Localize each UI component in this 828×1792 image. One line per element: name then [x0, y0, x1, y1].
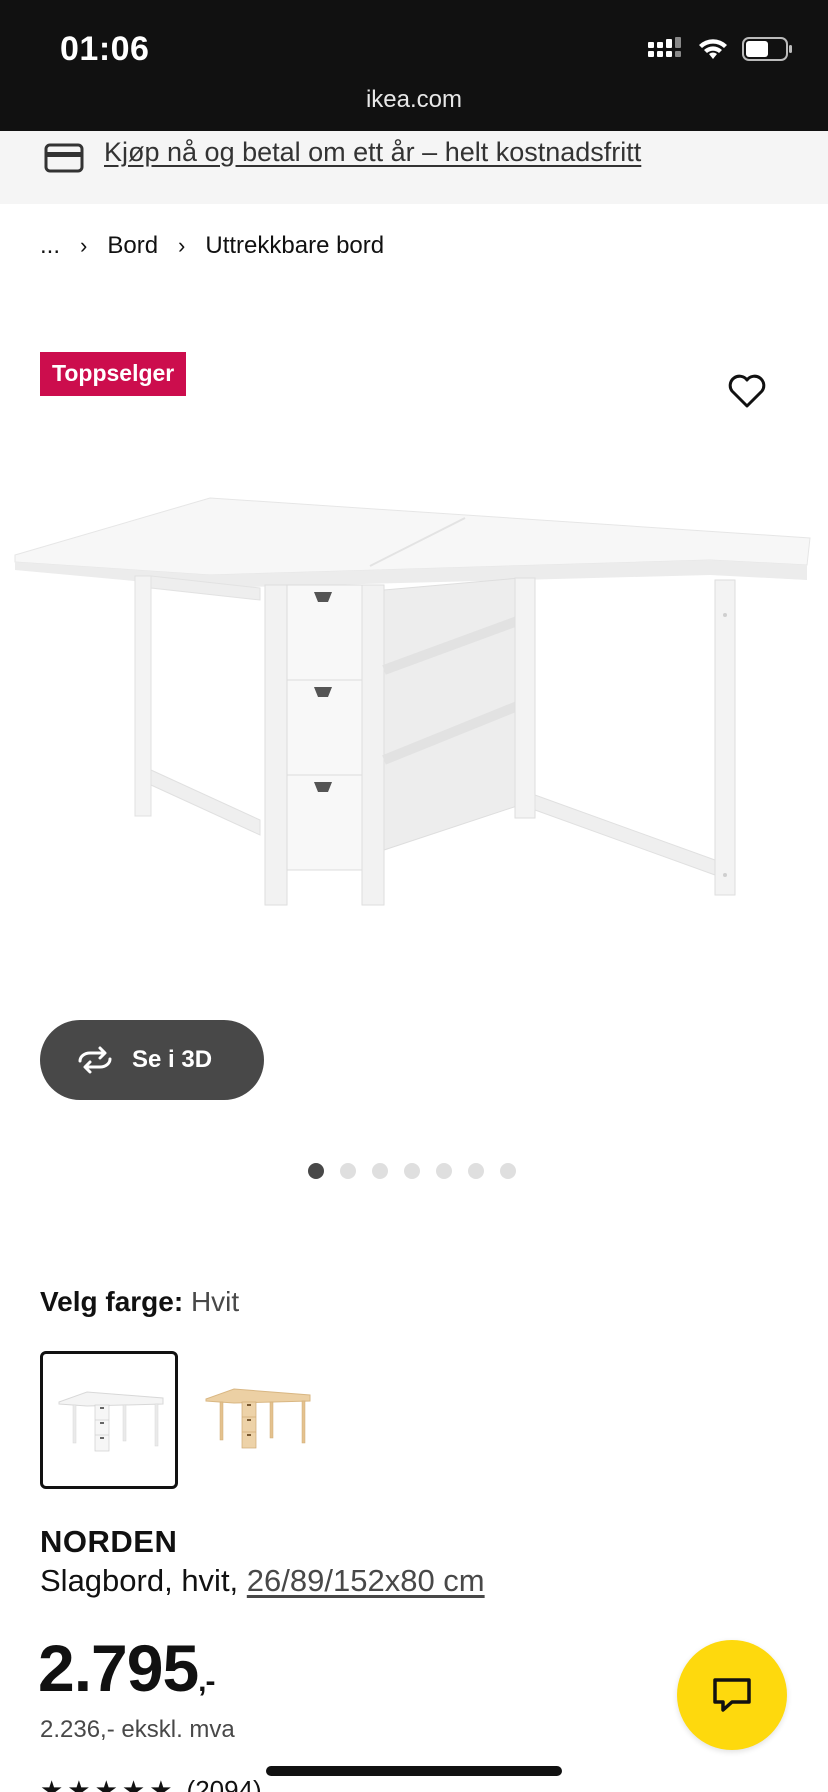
- status-icons: [648, 36, 794, 62]
- product-description: Slagbord, hvit, 26/89/152x80 cm: [40, 1563, 485, 1599]
- heart-icon[interactable]: [726, 370, 768, 412]
- carousel-indicator: [308, 1163, 516, 1179]
- chevron-right-icon: ›: [178, 233, 186, 258]
- signal-icon: [648, 37, 681, 57]
- view-3d-button[interactable]: Se i 3D: [40, 1020, 264, 1100]
- status-time: 01:06: [60, 30, 150, 68]
- color-swatch-birch[interactable]: [190, 1351, 328, 1489]
- breadcrumb-item-bord[interactable]: Bord: [107, 232, 158, 260]
- color-swatch-white[interactable]: [40, 1351, 178, 1489]
- topseller-badge: Toppselger: [40, 352, 187, 396]
- breadcrumb-item-uttrekkbare-bord[interactable]: Uttrekkbare bord: [205, 232, 384, 260]
- white-table-thumbnail: [58, 1391, 164, 1452]
- color-select-value: Hvit: [190, 1286, 240, 1317]
- product-price: 2.795,-: [38, 1630, 216, 1706]
- color-select-label: Velg farge: Hvit: [40, 1286, 239, 1318]
- carousel-dot[interactable]: [404, 1163, 420, 1179]
- price-value: 2.795: [38, 1631, 199, 1705]
- breadcrumb: ... › Bord › Uttrekkbare bord: [40, 232, 384, 260]
- product-image[interactable]: [10, 480, 818, 960]
- promo-banner[interactable]: Kjøp nå og betal om ett år – helt kostna…: [0, 131, 828, 204]
- carousel-dot[interactable]: [372, 1163, 388, 1179]
- rotate-3d-icon: [78, 1046, 112, 1074]
- promo-link[interactable]: Kjøp nå og betal om ett år – helt kostna…: [104, 137, 641, 168]
- address-bar-url[interactable]: ikea.com: [0, 86, 828, 114]
- home-indicator[interactable]: [266, 1766, 562, 1776]
- status-bar: 01:06 ikea.com: [0, 0, 828, 131]
- carousel-dot[interactable]: [468, 1163, 484, 1179]
- breadcrumb-item-more[interactable]: ...: [40, 232, 60, 260]
- birch-table-thumbnail: [205, 1388, 311, 1449]
- chat-icon: [713, 1678, 751, 1712]
- product-dimensions-link[interactable]: 26/89/152x80 cm: [247, 1563, 485, 1598]
- product-name: NORDEN: [40, 1524, 178, 1559]
- color-select-key: Velg farge:: [40, 1286, 184, 1317]
- carousel-dot[interactable]: [308, 1163, 324, 1179]
- product-rating[interactable]: ★★★★★ (2094): [40, 1775, 262, 1792]
- battery-icon: [742, 37, 792, 61]
- wifi-icon: [699, 39, 727, 59]
- price-ex-vat: 2.236,- ekskl. mva: [40, 1716, 235, 1743]
- review-count: (2094): [186, 1775, 262, 1792]
- carousel-dot[interactable]: [340, 1163, 356, 1179]
- rating-stars: ★★★★★: [40, 1775, 177, 1792]
- product-type: Slagbord, hvit,: [40, 1563, 239, 1598]
- chat-button[interactable]: [677, 1640, 787, 1750]
- view-3d-label: Se i 3D: [132, 1046, 213, 1073]
- credit-card-icon: [44, 143, 84, 173]
- price-suffix: ,-: [198, 1665, 215, 1698]
- carousel-dot[interactable]: [436, 1163, 452, 1179]
- carousel-dot[interactable]: [500, 1163, 516, 1179]
- chevron-right-icon: ›: [80, 233, 88, 258]
